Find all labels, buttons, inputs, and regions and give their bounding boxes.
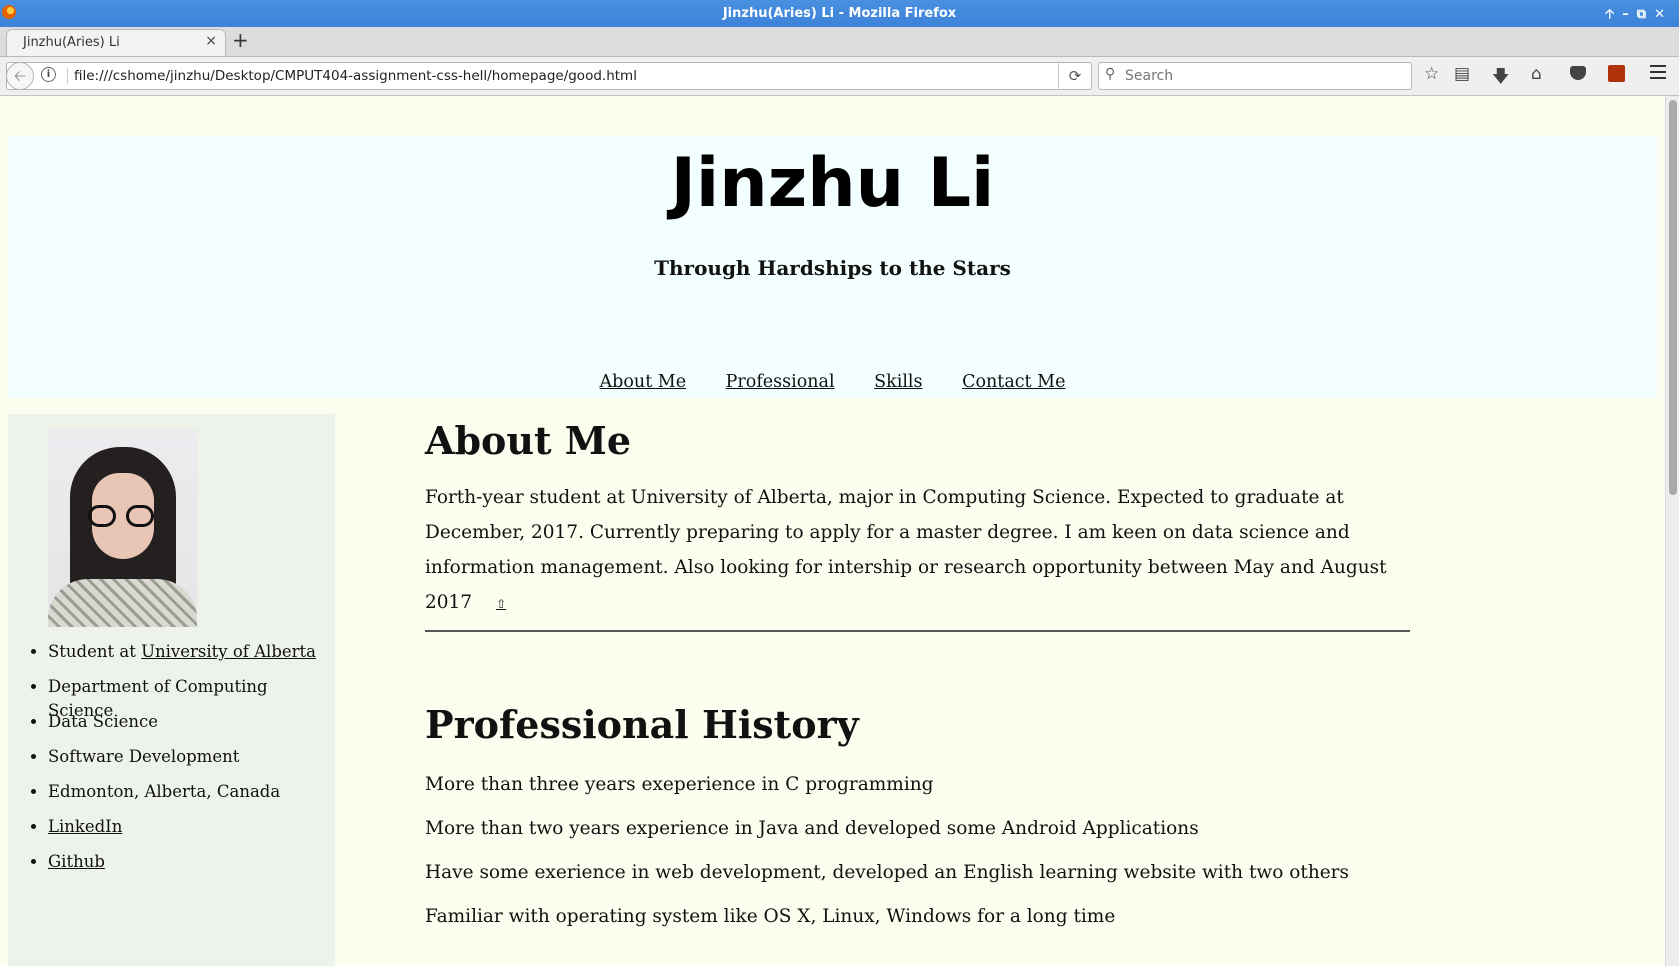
window-title: Jinzhu(Aries) Li - Mozilla Firefox	[722, 6, 957, 21]
list-item: More than two years experience in Java a…	[425, 818, 1199, 839]
tab-close-icon[interactable]: ×	[205, 33, 217, 49]
list-item: Software Development	[48, 745, 335, 780]
back-to-top-link[interactable]: ⇧	[496, 597, 506, 611]
list-item: Data Science	[48, 710, 335, 745]
new-tab-button[interactable]: +	[232, 28, 249, 52]
top-nav: About Me Professional Skills Contact Me	[8, 372, 1657, 392]
list-item: LinkedIn	[48, 815, 335, 850]
url-bar[interactable]: 🡠 i file:///cshome/jinzhu/Desktop/CMPUT4…	[6, 62, 1092, 90]
search-bar[interactable]: ⚲	[1098, 62, 1412, 90]
page-title: Jinzhu Li	[670, 144, 995, 223]
list-item: Department of Computing Science	[48, 675, 335, 720]
section-title-about: About Me	[425, 418, 632, 463]
tagline: Through Hardships to the Stars	[654, 256, 1011, 280]
home-icon[interactable]: ⌂	[1531, 64, 1542, 84]
section-title-professional: Professional History	[425, 702, 859, 747]
reload-icon[interactable]: ⟳	[1058, 63, 1091, 89]
page-viewport: Jinzhu Li Through Hardships to the Stars…	[0, 96, 1665, 966]
university-link[interactable]: University of Alberta	[141, 642, 316, 661]
profile-sidebar: Student at University of Alberta Departm…	[8, 414, 335, 966]
nav-link-skills[interactable]: Skills	[874, 372, 922, 392]
url-text[interactable]: file:///cshome/jinzhu/Desktop/CMPUT404-a…	[67, 68, 637, 84]
nav-link-professional[interactable]: Professional	[726, 372, 835, 392]
search-input[interactable]	[1123, 66, 1407, 86]
list-item: Have some exerience in web development, …	[425, 862, 1350, 883]
list-item: Github	[48, 850, 335, 885]
close-window-icon[interactable]: ✕	[1654, 7, 1673, 22]
browser-tab[interactable]: Jinzhu(Aries) Li ×	[6, 29, 226, 56]
nav-link-about-me[interactable]: About Me	[600, 372, 687, 392]
search-icon: ⚲	[1105, 66, 1116, 82]
info-icon[interactable]: i	[41, 67, 56, 82]
list-item: Familiar with operating system like OS X…	[425, 906, 1116, 927]
page-header: Jinzhu Li Through Hardships to the Stars…	[8, 136, 1657, 398]
list-item: More than three years exeperience in C p…	[425, 774, 934, 795]
window-controls[interactable]: 🡡–⧉✕	[1605, 5, 1673, 27]
tab-bar: Jinzhu(Aries) Li × +	[0, 27, 1679, 57]
page-scrollbar[interactable]	[1665, 96, 1679, 966]
list-item: Student at University of Alberta	[48, 640, 335, 675]
tab-title: Jinzhu(Aries) Li	[23, 35, 120, 50]
profile-list: Student at University of Alberta Departm…	[8, 640, 335, 885]
pocket-icon[interactable]	[1570, 66, 1586, 80]
nav-link-contact-me[interactable]: Contact Me	[962, 372, 1065, 392]
profile-photo	[48, 429, 197, 627]
linkedin-link[interactable]: LinkedIn	[48, 817, 122, 836]
professional-list: More than three years exeperience in C p…	[425, 772, 1349, 948]
back-arrow-icon[interactable]: 🡠	[6, 62, 34, 90]
bookmark-star-icon[interactable]: ☆	[1424, 64, 1439, 84]
window-titlebar: Jinzhu(Aries) Li - Mozilla Firefox 🡡–⧉✕	[0, 0, 1679, 27]
extension-icon[interactable]	[1608, 65, 1625, 82]
hamburger-menu-icon[interactable]	[1650, 65, 1666, 83]
section-divider	[425, 630, 1410, 632]
scrollbar-thumb[interactable]	[1669, 100, 1677, 495]
download-icon[interactable]: 🡇	[1492, 64, 1509, 93]
navigation-toolbar: 🡠 i file:///cshome/jinzhu/Desktop/CMPUT4…	[0, 57, 1679, 96]
about-paragraph: Forth-year student at University of Albe…	[425, 487, 1387, 613]
reading-list-icon[interactable]: ▤	[1454, 64, 1470, 84]
maximize-icon[interactable]: ⧉	[1637, 7, 1654, 22]
minimize-icon[interactable]: –	[1622, 7, 1637, 22]
window-up-icon[interactable]: 🡡	[1605, 7, 1622, 22]
list-item: Edmonton, Alberta, Canada	[48, 780, 335, 815]
github-link[interactable]: Github	[48, 852, 105, 871]
